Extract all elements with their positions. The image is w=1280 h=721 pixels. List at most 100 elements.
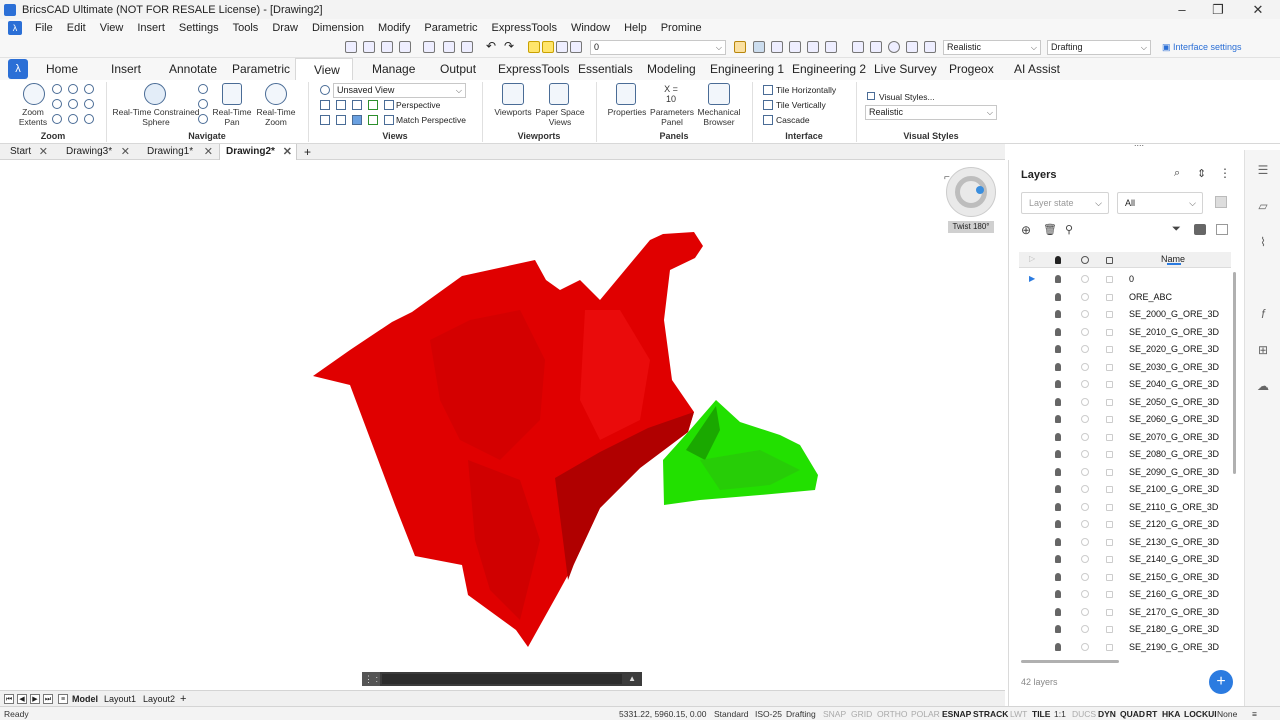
- close-icon[interactable]: ✕: [39, 144, 48, 160]
- layer-row[interactable]: SE_2160_G_ORE_3D: [1019, 586, 1231, 604]
- layer-freeze-icon[interactable]: [1081, 275, 1089, 283]
- layer-row[interactable]: SE_2170_G_ORE_3D: [1019, 604, 1231, 622]
- layer-lock-icon[interactable]: [1106, 293, 1113, 301]
- layer-freeze-icon[interactable]: [1081, 485, 1089, 493]
- menu-window[interactable]: Window: [564, 19, 617, 37]
- layer-lock-icon[interactable]: [1106, 276, 1113, 283]
- properties-sliders-icon[interactable]: ☰: [1255, 162, 1271, 178]
- realtime-zoom-icon[interactable]: [265, 83, 287, 105]
- search-icon[interactable]: ⌕: [1174, 167, 1180, 180]
- layer-states-icon[interactable]: [1194, 224, 1206, 235]
- layer-combo[interactable]: 0 ⌵: [590, 40, 726, 55]
- visual-style-combo[interactable]: Realistic ⌵: [943, 40, 1041, 55]
- layer-lock-icon[interactable]: [1106, 328, 1113, 336]
- settings-gear-icon[interactable]: [888, 41, 900, 53]
- status-toggle-quad[interactable]: QUAD: [1120, 707, 1145, 721]
- layer-lock-icon[interactable]: [1106, 643, 1113, 651]
- menu-file[interactable]: File: [28, 19, 60, 37]
- layer-freeze-icon[interactable]: [1081, 292, 1089, 301]
- layer-on-bulb-icon[interactable]: [1055, 310, 1061, 318]
- parameters-panel-label[interactable]: Parameters Panel: [648, 107, 696, 127]
- maximize-button[interactable]: ❐: [1200, 0, 1236, 19]
- delete-layer-icon[interactable]: 🗑: [1043, 223, 1057, 236]
- layout-tab-layout1[interactable]: Layout1: [104, 691, 136, 707]
- layer-lock-icon[interactable]: [1106, 608, 1113, 616]
- command-input[interactable]: [382, 674, 622, 684]
- status-toggle-dyn[interactable]: DYN: [1098, 707, 1116, 721]
- layer-name[interactable]: SE_2110_G_ORE_3D: [1129, 499, 1218, 516]
- layer-name[interactable]: SE_2090_G_ORE_3D: [1129, 464, 1219, 481]
- layer-row[interactable]: SE_2190_G_ORE_3D: [1019, 639, 1231, 657]
- parameters-panel-icon[interactable]: X = 10: [658, 84, 684, 104]
- layer-freeze-icon[interactable]: [1081, 502, 1089, 511]
- layer-lock-icon[interactable]: [1106, 381, 1113, 388]
- horizontal-scrollbar[interactable]: [1021, 660, 1119, 663]
- layer-lock-icon[interactable]: [1106, 538, 1113, 546]
- workspace-combo[interactable]: Drafting ⌵: [1047, 40, 1151, 55]
- zoom-previous-icon[interactable]: [84, 84, 94, 94]
- layer-row[interactable]: SE_2030_G_ORE_3D: [1019, 359, 1231, 377]
- status-toggle-lockui[interactable]: LOCKUI: [1184, 707, 1217, 721]
- model-viewport[interactable]: [0, 160, 1005, 690]
- layer-name[interactable]: SE_2190_G_ORE_3D: [1129, 639, 1219, 656]
- twist-label[interactable]: Twist 180°: [948, 221, 994, 233]
- close-button[interactable]: ✕: [1240, 0, 1276, 19]
- paper-space-views-icon[interactable]: [549, 83, 569, 105]
- layer-freeze-icon[interactable]: [1081, 537, 1089, 546]
- layer-on-bulb-icon[interactable]: [1055, 520, 1061, 528]
- zoom-window-icon[interactable]: [68, 84, 78, 94]
- menu-draw[interactable]: Draw: [265, 19, 305, 37]
- layer-freeze-icon[interactable]: [1081, 380, 1089, 388]
- menu-dimension[interactable]: Dimension: [305, 19, 371, 37]
- layer-row[interactable]: SE_2060_G_ORE_3D: [1019, 411, 1231, 429]
- prev-layout-icon[interactable]: ◀: [17, 694, 27, 704]
- minimize-button[interactable]: –: [1164, 0, 1200, 19]
- view-iso-icon[interactable]: [352, 115, 362, 125]
- layer-name[interactable]: SE_2170_G_ORE_3D: [1129, 604, 1219, 621]
- pan-label[interactable]: Real-Time Pan: [210, 107, 254, 127]
- filter-settings-icon[interactable]: [1215, 196, 1227, 208]
- interface-settings-link[interactable]: ▣ Interface settings: [1162, 40, 1242, 55]
- layer-tools-icon[interactable]: [1216, 224, 1228, 235]
- layer-name[interactable]: SE_2160_G_ORE_3D: [1129, 586, 1219, 603]
- realtime-zoom-label[interactable]: Real-Time Zoom: [254, 107, 298, 127]
- status-toggle-strack[interactable]: STRACK: [973, 707, 1008, 721]
- status-toggle-none[interactable]: None: [1217, 707, 1237, 721]
- layer-tool-icon[interactable]: [753, 41, 765, 53]
- visual-styles-icon[interactable]: [867, 92, 875, 100]
- pan-hand-icon[interactable]: [222, 83, 242, 105]
- layer-name[interactable]: SE_2060_G_ORE_3D: [1129, 411, 1219, 428]
- layer-row[interactable]: SE_2100_G_ORE_3D: [1019, 481, 1231, 499]
- status-coordinates[interactable]: 5331.22, 5960.15, 0.00: [619, 707, 706, 721]
- layer-lock-icon[interactable]: [1106, 556, 1113, 563]
- layer-on-bulb-icon[interactable]: [1055, 537, 1061, 546]
- layer-row[interactable]: SE_2070_G_ORE_3D: [1019, 429, 1231, 447]
- view-bottom-icon[interactable]: [336, 100, 346, 110]
- menu-modify[interactable]: Modify: [371, 19, 417, 37]
- layer-name[interactable]: SE_2020_G_ORE_3D: [1129, 341, 1219, 358]
- visual-styles-link[interactable]: Visual Styles...: [879, 91, 935, 103]
- view-left-icon[interactable]: [352, 100, 362, 110]
- status-toggle-iso-25[interactable]: ISO-25: [755, 707, 782, 721]
- layer-row[interactable]: SE_2010_G_ORE_3D: [1019, 324, 1231, 342]
- layer-row[interactable]: SE_2180_G_ORE_3D: [1019, 621, 1231, 639]
- structure-tree-icon[interactable]: ⊞: [1255, 342, 1271, 358]
- layer-freeze-icon[interactable]: [1081, 467, 1089, 476]
- viewport-icon[interactable]: [852, 41, 864, 53]
- ribbon-grip[interactable]: ....: [1134, 139, 1144, 148]
- status-toggle-rt[interactable]: RT: [1146, 707, 1157, 721]
- lock-col-icon[interactable]: [1106, 257, 1113, 264]
- zoom-in-icon[interactable]: [52, 84, 62, 94]
- doc-tab-drawing2[interactable]: Drawing2* ✕: [219, 144, 297, 160]
- layers-stack-icon[interactable]: ▱: [1255, 198, 1271, 214]
- tab-live-survey[interactable]: Live Survey: [866, 58, 945, 80]
- layer-on-bulb-icon[interactable]: [1055, 432, 1061, 441]
- print-icon[interactable]: [443, 41, 455, 53]
- layer-lock-icon[interactable]: [1106, 503, 1113, 511]
- orbit-continuous-icon[interactable]: [198, 114, 208, 124]
- layer-freeze-icon[interactable]: [542, 41, 554, 53]
- layer-row[interactable]: SE_2150_G_ORE_3D: [1019, 569, 1231, 587]
- menu-insert[interactable]: Insert: [130, 19, 172, 37]
- cloud-upload-icon[interactable]: ☁: [1255, 378, 1271, 394]
- view-iso2-icon[interactable]: [368, 115, 378, 125]
